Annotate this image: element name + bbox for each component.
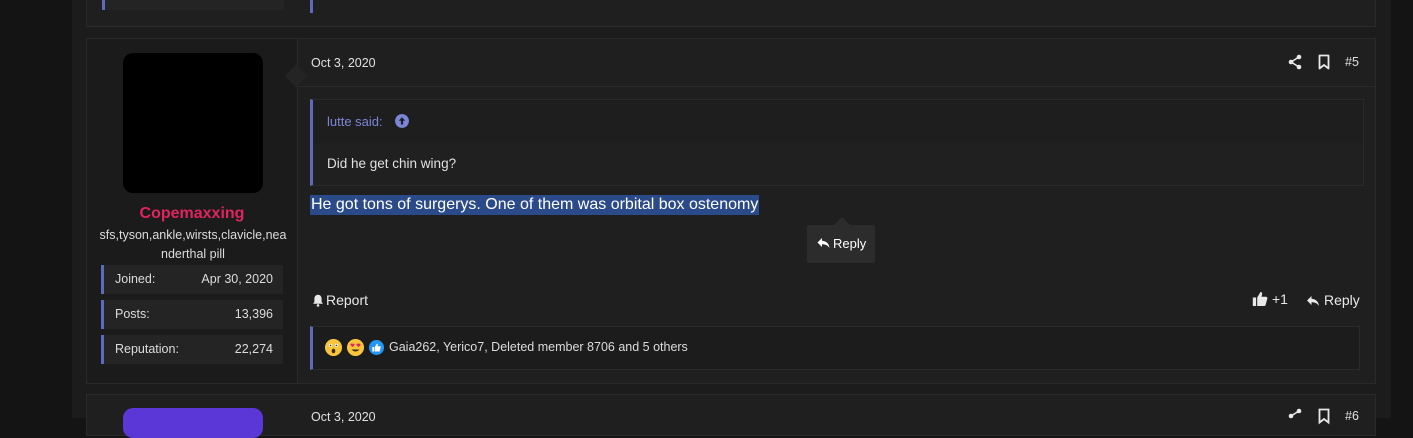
quote-body: Did he get chin wing? (313, 143, 1363, 185)
heart-eyes-emoji-icon (347, 339, 364, 356)
avatar[interactable] (123, 53, 263, 193)
post-date[interactable]: Oct 3, 2020 (311, 56, 376, 70)
left-gutter (0, 0, 72, 418)
stat-joined: Joined: Apr 30, 2020 (101, 265, 283, 294)
reply-label: Reply (1324, 292, 1360, 308)
shocked-emoji-icon (325, 339, 342, 356)
user-title: sfs,tyson,ankle,wirsts,clavicle,neandert… (99, 228, 287, 261)
stat-reputation: Reputation: 22,274 (101, 335, 283, 364)
reply-icon (1307, 296, 1319, 306)
selection-reply-label: Reply (833, 236, 867, 251)
react-label: +1 (1272, 291, 1288, 307)
post-header: Oct 3, 2020 #5 (298, 39, 1375, 87)
bell-icon (313, 294, 323, 307)
reply-icon (817, 238, 830, 248)
report-label: Report (326, 292, 369, 308)
previous-post-reactions (310, 0, 1361, 13)
quote-author[interactable]: lutte said: (327, 114, 383, 129)
stat-label: Reputation: (115, 342, 179, 356)
post-message: He got tons of surgerys. One of them was… (310, 195, 760, 215)
reactions-bar[interactable]: Gaia262, Yerico7, Deleted member 8706 an… (310, 326, 1360, 370)
share-icon[interactable] (1286, 53, 1304, 71)
thumbs-up-icon (1252, 292, 1268, 306)
bookmark-icon[interactable] (1315, 53, 1333, 71)
stat-posts: Posts: 13,396 (101, 300, 283, 329)
selection-tooltip-arrow (834, 217, 850, 225)
user-panel: Copemaxxing sfs,tyson,ankle,wirsts,clavi… (87, 39, 298, 383)
thread-page: Copemaxxing sfs,tyson,ankle,wirsts,clavi… (72, 0, 1391, 438)
username[interactable]: Copemaxxing (87, 205, 297, 223)
stat-label: Posts: (115, 307, 150, 321)
share-icon[interactable] (1286, 407, 1304, 425)
selection-reply-button[interactable]: Reply (807, 225, 875, 263)
next-post-number[interactable]: #6 (1345, 409, 1359, 423)
post-5: Copemaxxing sfs,tyson,ankle,wirsts,clavi… (86, 38, 1376, 384)
stat-label: Joined: (115, 272, 156, 286)
previous-post (86, 0, 1376, 27)
quote-text: Did he get chin wing? (327, 156, 457, 171)
stat-value: Apr 30, 2020 (201, 272, 273, 286)
quote-header: lutte said: (313, 100, 1363, 143)
bookmark-icon[interactable] (1315, 407, 1333, 425)
previous-post-stat (102, 0, 284, 10)
stat-value: 13,396 (234, 307, 273, 321)
quote-block: lutte said: Did he get chin wing? (310, 99, 1364, 186)
post-number[interactable]: #5 (1345, 55, 1359, 69)
stat-value: 22,274 (234, 342, 273, 356)
like-emoji-icon (369, 340, 384, 355)
right-gutter (1391, 0, 1413, 418)
next-post-avatar[interactable] (123, 408, 263, 438)
report-button[interactable]: Report (312, 292, 368, 308)
next-post-date[interactable]: Oct 3, 2020 (311, 410, 376, 424)
post-content: Oct 3, 2020 #5 lutte said: Did he get ch… (298, 39, 1375, 383)
next-post: Oct 3, 2020 #6 (86, 394, 1376, 438)
reply-button[interactable]: Reply (1306, 292, 1360, 308)
reaction-names[interactable]: Gaia262, Yerico7, Deleted member 8706 an… (389, 340, 688, 354)
react-button[interactable]: +1 (1252, 291, 1288, 307)
arrow-up-circle-icon[interactable] (395, 114, 409, 128)
